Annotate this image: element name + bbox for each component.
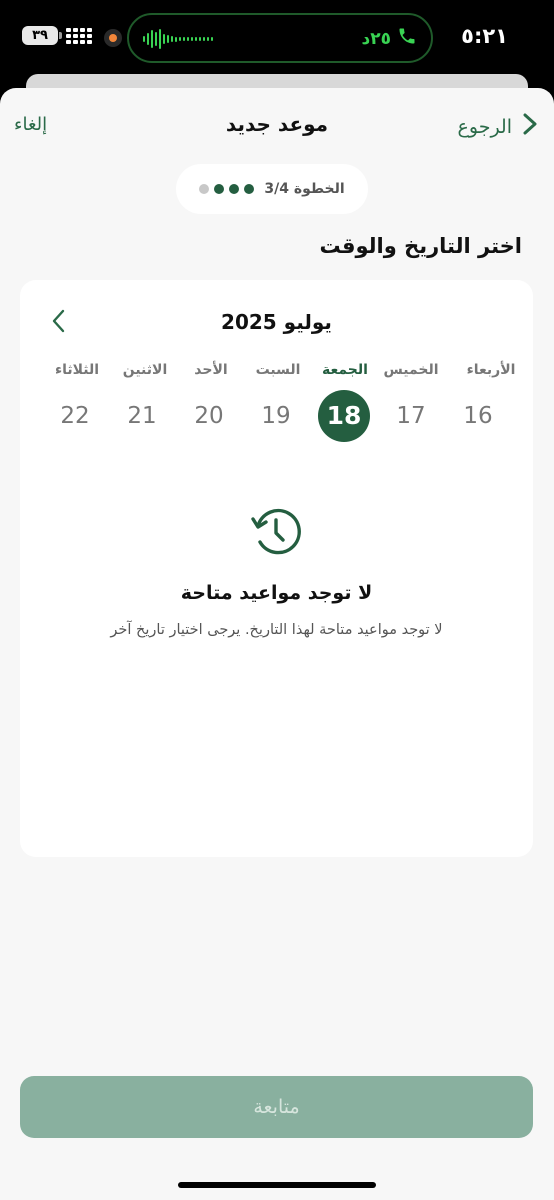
phone-icon — [397, 26, 417, 51]
weekday-label-selected: الجمعة — [322, 362, 368, 378]
weekday-label: الخميس — [383, 362, 439, 378]
calendar-card: يوليو 2025 الأربعاء الخميس الجمعة السبت … — [20, 280, 533, 857]
battery-indicator: ٣٩ — [22, 26, 62, 45]
empty-state-title: لا توجد مواعيد متاحة — [180, 582, 373, 604]
date-cell[interactable]: 22 — [49, 390, 101, 442]
navigation-bar: الرجوع موعد جديد إلغاء — [0, 88, 554, 164]
weekday-label: الأربعاء — [466, 362, 516, 378]
status-bar: ٣٩ ٢٥د ٥:٢١ — [0, 0, 554, 80]
date-cell[interactable]: 16 — [452, 390, 504, 442]
date-cell[interactable]: 21 — [116, 390, 168, 442]
call-duration: ٢٥د — [361, 28, 392, 49]
section-title: اختر التاريخ والوقت — [319, 234, 522, 258]
month-label: يوليو 2025 — [221, 310, 332, 334]
previous-month-button[interactable] — [44, 306, 74, 336]
step-label: الخطوة 3/4 — [264, 181, 345, 197]
clock: ٥:٢١ — [461, 24, 508, 48]
signal-icon — [66, 28, 92, 44]
date-cell[interactable]: 19 — [250, 390, 302, 442]
booking-sheet: الرجوع موعد جديد إلغاء الخطوة 3/4 اختر ا… — [0, 88, 554, 1200]
continue-button[interactable]: متابعة — [20, 1076, 533, 1138]
home-indicator — [178, 1182, 376, 1188]
step-dot-done — [229, 184, 240, 194]
step-dot-done — [214, 184, 225, 194]
step-progress-dots — [199, 184, 255, 194]
date-cell-selected[interactable]: 18 — [318, 390, 370, 442]
weekday-label: الأحد — [194, 362, 228, 378]
date-cell[interactable]: 17 — [385, 390, 437, 442]
page-title: موعد جديد — [225, 112, 329, 136]
recording-indicator-icon — [104, 29, 122, 47]
step-dot-pending — [199, 184, 210, 194]
call-timer: ٢٥د — [362, 26, 418, 51]
step-indicator: الخطوة 3/4 — [176, 164, 368, 214]
weekday-label: الاثنين — [122, 362, 168, 378]
step-dot-done — [244, 184, 255, 194]
weekday-row: الأربعاء الخميس الجمعة السبت الأحد الاثن… — [20, 362, 533, 384]
cancel-button[interactable]: إلغاء — [14, 114, 47, 135]
history-clock-icon — [248, 504, 304, 560]
call-island[interactable]: ٢٥د — [127, 13, 433, 63]
empty-state-subtitle: لا توجد مواعيد متاحة لهذا التاريخ. يرجى … — [110, 622, 443, 638]
audio-wave-icon — [143, 28, 213, 50]
weekday-label: الثلاثاء — [54, 362, 100, 378]
month-header: يوليو 2025 — [20, 304, 533, 340]
weekday-label: السبت — [255, 362, 301, 378]
date-cell[interactable]: 20 — [183, 390, 235, 442]
